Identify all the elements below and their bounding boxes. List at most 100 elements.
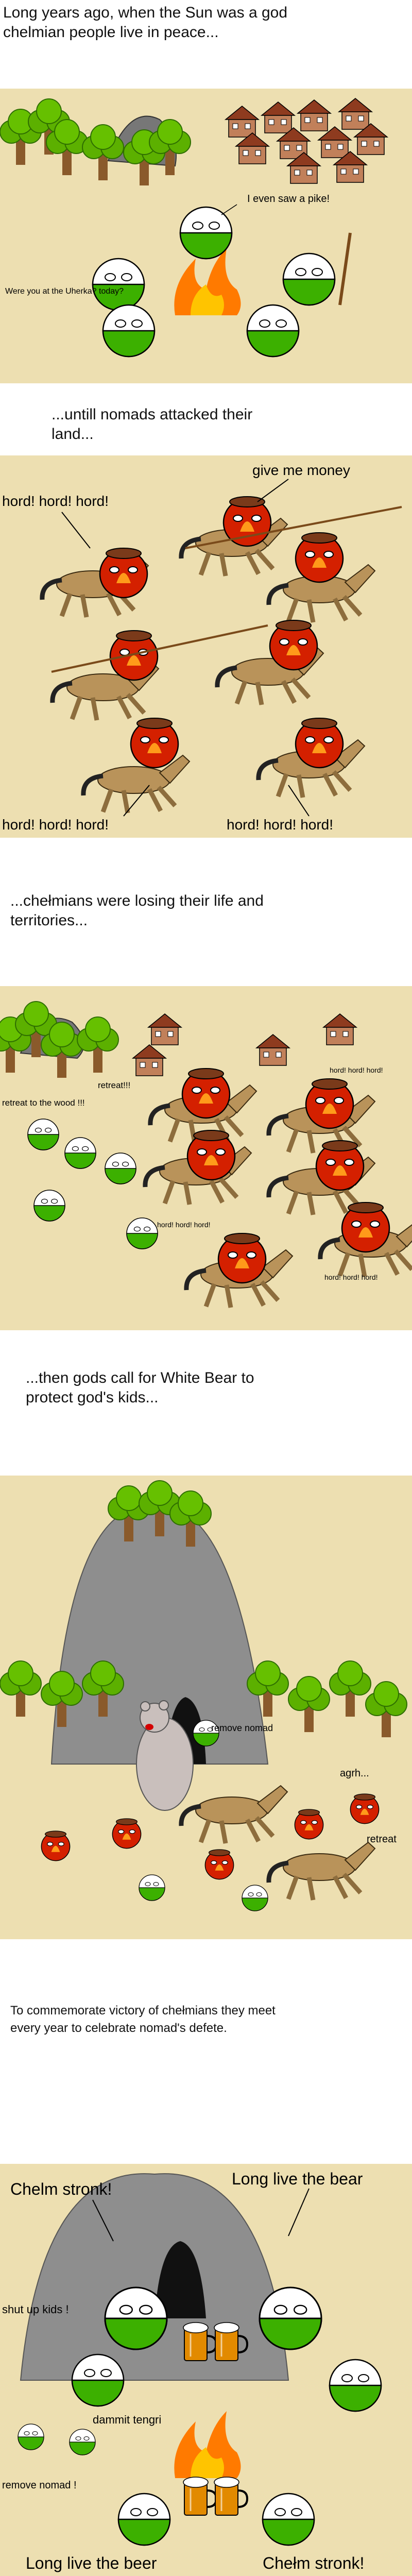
nomad-ball-icon xyxy=(350,1793,380,1824)
attack-scene: give me money hord! hord! hord! hord! ho… xyxy=(2,462,402,833)
chelmian-ball-icon xyxy=(117,2493,171,2546)
chelmian-ball-icon xyxy=(69,2429,96,2455)
house-icon xyxy=(323,1013,357,1045)
caption-line: every year to celebrate nomad's defete. xyxy=(10,2021,227,2035)
speech-chelm-stronk-right: Chełm stronk! xyxy=(263,2554,364,2572)
nomad-ball-icon xyxy=(315,1140,365,1191)
oak-tree-icon xyxy=(288,1676,330,1733)
flag-pole-icon xyxy=(338,232,352,306)
speech-remove-nomad-p5: remove nomad ! xyxy=(2,2480,77,2491)
nomad-ball-icon xyxy=(341,1201,390,1253)
chelmian-ball-icon xyxy=(329,2359,382,2412)
chelmian-ball-icon xyxy=(102,304,156,358)
nomad-ball-icon xyxy=(99,547,148,599)
caption-line: ...chełmians were losing their life and xyxy=(10,892,264,909)
caption-line: To commemorate victory of chełmians they… xyxy=(10,2004,276,2018)
speech-hord-mid: hord! hord! hord! xyxy=(157,1221,211,1229)
nomad-ball-icon xyxy=(217,1232,267,1284)
chelmian-ball-icon xyxy=(259,2286,322,2350)
horse-icon xyxy=(269,1842,375,1900)
bonfire-icon xyxy=(174,2411,241,2478)
nomad-ball-icon xyxy=(305,1078,354,1129)
spear-icon xyxy=(185,506,402,549)
house-icon xyxy=(256,1034,290,1066)
chelmian-ball-icon xyxy=(126,1217,158,1249)
comic-panel-peace: I even saw a pike! Were you at the Uherk… xyxy=(0,89,412,383)
horse-icon xyxy=(181,1786,287,1843)
caption-line: chelmian people live in peace... xyxy=(3,24,219,41)
house-icon xyxy=(338,98,372,130)
narration-caption-1: Long years ago, when the Sun was a god c… xyxy=(0,3,412,42)
speech-remove-nomad: remove nomad xyxy=(211,1723,273,1733)
nomad-ball-icon xyxy=(109,630,159,681)
losing-scene: retreat!!! retreat to the wood !!! hord!… xyxy=(0,1001,412,1330)
speech-give-money: give me money xyxy=(252,462,350,478)
cave-icon xyxy=(20,2173,289,2381)
chelmian-ball-icon xyxy=(104,2286,168,2350)
chelmian-ball-icon xyxy=(246,304,300,358)
oak-tree-icon xyxy=(0,1660,42,1717)
caption-line: land... xyxy=(52,426,94,443)
chelmian-ball-icon xyxy=(27,1118,59,1150)
caption-line: ...then gods call for White Bear to xyxy=(26,1369,254,1386)
narration-caption-4: ...then gods call for White Bear to prot… xyxy=(0,1368,412,1408)
speech-long-live-beer: Long live the beer xyxy=(26,2554,157,2572)
speech-retreat-p4: retreat xyxy=(367,1834,397,1845)
comic-panel-celebration: Chelm stronk! Long live the bear shut up… xyxy=(0,2164,412,2576)
speech-chelm-stronk-left: Chelm stronk! xyxy=(10,2180,112,2198)
chelmian-ball-icon xyxy=(33,1190,65,1222)
speech-hord-top-left: hord! hord! hord! xyxy=(2,493,109,509)
speech-agrh: agrh... xyxy=(340,1768,369,1779)
nomad-ball-icon xyxy=(295,717,344,769)
chelmian-ball-icon xyxy=(179,206,233,260)
nomad-ball-icon xyxy=(181,1067,231,1119)
speech-hord-top: hord! hord! hord! xyxy=(330,1066,383,1074)
nomad-ball-icon xyxy=(41,1831,71,1861)
house-icon xyxy=(261,101,295,133)
house-icon xyxy=(132,1044,166,1076)
house-icon xyxy=(297,99,331,131)
nomad-ball-icon xyxy=(112,1818,142,1849)
spear-icon xyxy=(51,624,268,673)
chelmian-ball-icon xyxy=(282,252,336,306)
narration-caption-2: ...untill nomads attacked their land... xyxy=(0,405,412,444)
chelmian-ball-icon xyxy=(105,1153,136,1184)
chelmian-ball-icon xyxy=(92,258,145,311)
nomad-ball-icon xyxy=(269,619,318,671)
speech-long-live-bear: Long live the bear xyxy=(232,2170,363,2188)
oak-tree-icon xyxy=(365,1681,407,1738)
chelmian-ball-icon xyxy=(71,2353,125,2407)
comic-panel-white-bear: remove nomad agrh... retreat xyxy=(0,1476,412,1939)
chelmian-ball-icon xyxy=(18,2424,44,2450)
nomad-ball-icon xyxy=(204,1849,234,1880)
speech-retreat: retreat!!! xyxy=(98,1080,130,1090)
chelmian-ball-icon xyxy=(242,1885,268,1911)
white-bear-scene: remove nomad agrh... retreat xyxy=(0,1480,407,1911)
beer-mug-icon xyxy=(213,2476,248,2516)
celebration-scene: Chelm stronk! Long live the bear shut up… xyxy=(2,2170,382,2572)
comic-panel-attack: give me money hord! hord! hord! hord! ho… xyxy=(0,455,412,838)
caption-line: ...untill nomads attacked their xyxy=(52,406,253,423)
house-icon xyxy=(148,1013,182,1045)
narration-caption-5: To commemorate victory of chełmians they… xyxy=(0,2002,412,2037)
speech-pike: I even saw a pike! xyxy=(247,193,330,205)
speech-shut-up: shut up kids ! xyxy=(2,2303,69,2316)
house-icon xyxy=(318,126,352,158)
nomad-ball-icon xyxy=(130,717,179,769)
speech-hord-bottom-right: hord! hord! hord! xyxy=(227,817,333,833)
house-icon xyxy=(225,106,259,138)
speech-uherka: Were you at the Uherka? today? xyxy=(5,287,124,296)
oak-tree-icon xyxy=(329,1660,371,1717)
nomad-ball-icon xyxy=(295,532,344,583)
speech-retreat-wood: retreat to the wood !!! xyxy=(2,1098,85,1108)
nomad-ball-icon xyxy=(186,1129,236,1181)
speech-hord-right: hord! hord! hord! xyxy=(324,1273,378,1281)
caption-line: protect god's kids... xyxy=(26,1389,159,1406)
comic-panel-losing: retreat!!! retreat to the wood !!! hord!… xyxy=(0,986,412,1330)
horse-icon xyxy=(83,755,190,813)
chelmian-ball-icon xyxy=(262,2493,315,2546)
oak-tree-icon xyxy=(77,1016,119,1073)
speech-hord-bottom-left: hord! hord! hord! xyxy=(2,817,109,833)
house-icon xyxy=(235,132,269,164)
caption-line: Long years ago, when the Sun was a god xyxy=(3,4,288,21)
